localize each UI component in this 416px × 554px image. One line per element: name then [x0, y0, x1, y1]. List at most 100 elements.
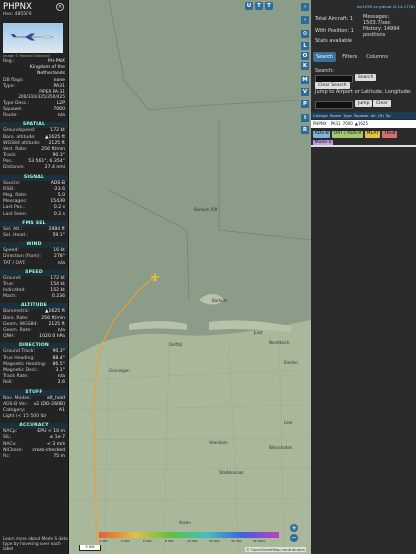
detail-row-key: QNH:: [3, 334, 16, 340]
place-label: Borkum Riff: [194, 207, 218, 212]
map-side-toggle-button[interactable]: L: [301, 42, 309, 50]
mainland: [69, 320, 311, 554]
tab-search[interactable]: Search: [313, 52, 337, 62]
table-header-cell[interactable]: Callsign: [311, 112, 328, 119]
map-side-toggle-button[interactable]: P: [301, 100, 309, 108]
with-position: With Position: 1: [315, 28, 354, 34]
map-side-toggle-button[interactable]: M: [301, 76, 309, 84]
altitude-scale-label: 10 000: [187, 539, 198, 543]
detail-row: Mach: 0.236: [0, 294, 68, 300]
table-cell: 7000: [342, 121, 353, 126]
map-toggle-button[interactable]: U: [245, 2, 253, 10]
table-row[interactable]: PHPNX PA31 7000 ▲1625: [311, 120, 416, 128]
map-scale-bar: 5 NM: [79, 545, 101, 551]
table-cell: PHPNX: [313, 121, 327, 126]
table-header-cell[interactable]: Sp: [384, 112, 391, 119]
detail-row-key: Sel. Head.:: [3, 232, 28, 238]
altitude-scale-label: 8 000: [165, 539, 174, 543]
source-badge: TIS-B: [382, 131, 398, 138]
clear-jump-button[interactable]: Clear: [373, 100, 391, 107]
altitude-scale-label: 6 000: [143, 539, 152, 543]
detail-row-key: Mach:: [3, 294, 17, 300]
map-toggle-button[interactable]: T: [265, 2, 273, 10]
detail-row: Rc: 75 m: [0, 454, 68, 460]
map-attribution[interactable]: © OpenStreetMap contributors: [245, 547, 306, 552]
zoom-in-button[interactable]: +: [290, 524, 298, 532]
source-badge: MLAT: [365, 131, 381, 138]
info-row-key: Type:: [3, 83, 16, 89]
source-badge: ADS-B: [313, 131, 331, 138]
jump-button[interactable]: Jump: [355, 100, 373, 107]
detail-row-key: Rc:: [3, 454, 11, 459]
table-header-cell[interactable]: Type: [341, 112, 352, 119]
detail-row: TAT / OAT: n/a: [0, 261, 68, 267]
altitude-scale-label: 30 000: [231, 539, 242, 543]
map-side-toggle-button[interactable]: V: [301, 88, 309, 96]
table-cell: [368, 120, 370, 128]
jump-input[interactable]: [315, 101, 353, 109]
table-header-cell[interactable]: Route: [328, 112, 341, 119]
info-row: Route: n/a: [0, 113, 68, 119]
stats-available[interactable]: Stats available: [315, 38, 352, 44]
version-link[interactable]: tar1090 on github (3.14.1778): [357, 4, 415, 9]
place-label: Stadskanaal: [219, 470, 244, 475]
search-button[interactable]: Search: [355, 74, 377, 81]
detail-row: QNH: 1020.0 hPa: [0, 334, 68, 340]
settings-gear-icon[interactable]: ⚙: [301, 30, 309, 38]
history-count: History: 14994 positions: [363, 26, 400, 38]
place-label: Juist: [254, 330, 263, 335]
place-label: Emden: [284, 360, 298, 365]
altitude-scale-label: 20 000: [209, 539, 220, 543]
place-label: Leer: [284, 420, 293, 425]
detail-row: Light (< 15 500 lb): [0, 414, 68, 420]
place-label: Delfzijl: [169, 342, 183, 347]
altitude-scale-label: 40 000+: [253, 539, 267, 543]
detail-row-value: 1020.0 hPa: [39, 334, 65, 340]
info-row-value: n/a: [57, 113, 65, 119]
map-side-toggle-button[interactable]: R: [301, 126, 309, 134]
total-aircraft: Total Aircraft: 1: [315, 16, 353, 22]
clear-search-button[interactable]: Clear Search: [315, 82, 350, 89]
tab-filters[interactable]: Filters: [339, 52, 360, 62]
info-row-key: Route:: [3, 113, 18, 119]
messages-rate: Messages: 1503.7/sec: [363, 14, 391, 26]
collapse-panel-icon[interactable]: ‹: [301, 3, 309, 11]
altitude-scale: [99, 532, 279, 538]
place-label: Borkum: [212, 298, 228, 303]
search-label: Search:: [315, 68, 334, 74]
table-cell: ▲1625: [354, 121, 369, 126]
detail-row-value: 59.1°: [52, 232, 65, 238]
table-header-cell[interactable]: Squawk: [352, 112, 369, 119]
tab-columns[interactable]: Columns: [363, 52, 391, 62]
zoom-out-button[interactable]: −: [290, 534, 298, 542]
registration-block: Reg.: PH-PNX Kingdom of the Netherlands DB f…: [0, 59, 68, 90]
map-side-toggle-button[interactable]: I: [301, 114, 309, 122]
place-label: Winschoten: [269, 445, 293, 450]
aircraft-photo[interactable]: [3, 23, 63, 53]
detail-row-value: 75 m: [53, 454, 65, 459]
place-label: Assen: [179, 520, 191, 525]
detail-row-key: Last Seen:: [3, 211, 28, 217]
jump-label: Jump to Airport or Latitude, Longitude:: [315, 89, 412, 95]
detail-row-value: 2.6: [57, 380, 65, 386]
map-view[interactable]: Borkum Riff Borkum Juist Norddeich Groningen…: [69, 0, 311, 554]
detail-row-value: 27.4 nmi: [44, 165, 65, 171]
close-icon[interactable]: ×: [56, 3, 64, 11]
map-canvas[interactable]: [69, 0, 311, 554]
source-legend: ADS-B UAT / ADS-R MLAT TIS-B Mode-S: [313, 131, 413, 146]
map-toggle-button[interactable]: T: [255, 2, 263, 10]
expand-panel-icon[interactable]: ‹: [301, 16, 309, 24]
detail-row-value: 0.2 s: [53, 211, 65, 217]
table-scrollbar[interactable]: [311, 145, 416, 147]
detail-row: Sel. Head.: 59.1°: [0, 233, 68, 239]
map-side-toggle-button[interactable]: K: [301, 62, 309, 70]
detail-row-value: A1: [58, 407, 65, 413]
detail-row-value: n/a: [57, 260, 65, 266]
table-header-cell[interactable]: Alt. (ft): [369, 112, 384, 119]
type-block: Type Desc.: L2P Squawk: 7000 Route: n/a: [0, 101, 68, 120]
altitude-scale-label: 2 000: [99, 539, 108, 543]
detail-row-value: 0.236: [51, 294, 65, 300]
aircraft-list-panel: tar1090 on github (3.14.1778) Total Airc…: [311, 0, 416, 554]
mode-s-tip: Learn more about Mode S data type by hov…: [3, 536, 68, 551]
map-side-toggle-button[interactable]: O: [301, 52, 309, 60]
